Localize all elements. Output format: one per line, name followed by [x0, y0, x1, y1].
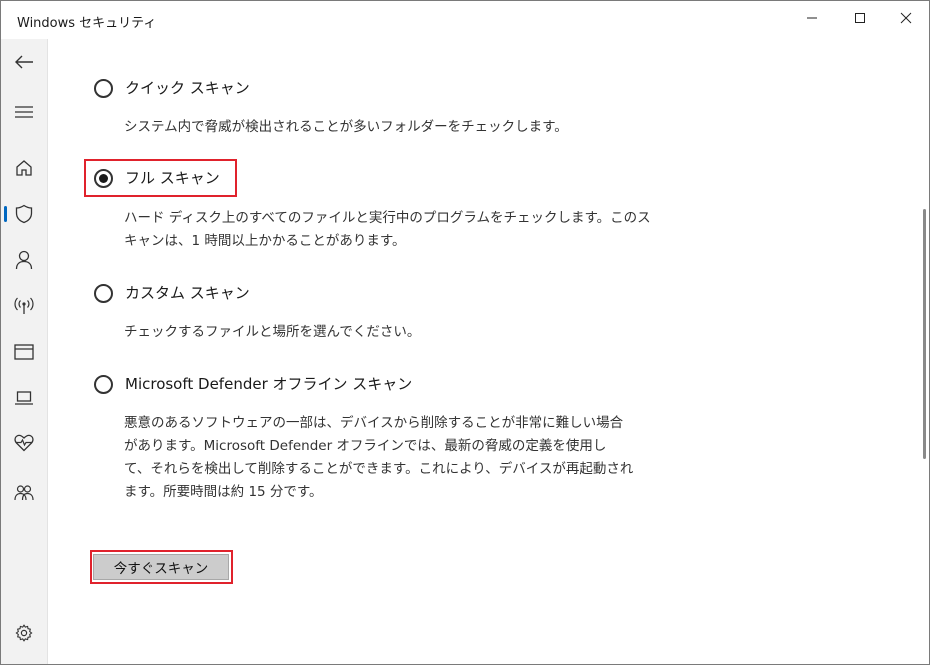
shield-icon	[15, 204, 33, 224]
app-browser-icon	[14, 344, 34, 360]
wireless-icon	[14, 297, 34, 314]
full-scan-radio[interactable]	[94, 169, 113, 188]
quick-scan-description: システム内で脅威が検出されることが多いフォルダーをチェックします。	[124, 119, 568, 135]
offline-scan-description-line: て、それらを検出して削除することができます。これにより、デバイスが再起動され	[124, 461, 634, 477]
custom-scan-radio[interactable]	[94, 284, 113, 303]
sidebar-item-account[interactable]	[1, 242, 47, 278]
quick-scan-label: クイック スキャン	[125, 79, 250, 97]
maximize-icon	[855, 13, 865, 23]
offline-scan-radio[interactable]	[94, 375, 113, 394]
close-button[interactable]	[883, 1, 929, 35]
sidebar-item-device-health[interactable]	[1, 425, 47, 461]
back-button[interactable]	[1, 44, 47, 80]
quick-scan-radio[interactable]	[94, 79, 113, 98]
custom-scan-description: チェックするファイルと場所を選んでください。	[124, 324, 421, 340]
scrollbar-thumb[interactable]	[923, 209, 926, 459]
sidebar-item-family[interactable]	[1, 475, 47, 511]
close-icon	[900, 12, 912, 24]
full-scan-description-line: ハード ディスク上のすべてのファイルと実行中のプログラムをチェックします。このス	[124, 210, 651, 226]
home-icon	[16, 160, 32, 176]
vertical-scrollbar[interactable]	[921, 39, 929, 664]
sidebar-item-app-browser[interactable]	[1, 334, 47, 370]
sidebar	[1, 39, 48, 664]
menu-button[interactable]	[1, 94, 47, 130]
person-icon	[15, 250, 33, 270]
sidebar-item-settings[interactable]	[1, 615, 47, 651]
laptop-icon	[15, 391, 33, 405]
window-title: Windows セキュリティ	[17, 16, 157, 31]
radio-selected-dot	[99, 174, 108, 183]
full-scan-description-line: キャンは、1 時間以上かかることがあります。	[124, 233, 406, 249]
minimize-button[interactable]	[789, 1, 835, 35]
app-window: Windows セキュリティ クイック スキャン システム内で脅威が検出されるこ…	[0, 0, 930, 665]
full-scan-description: ハード ディスク上のすべてのファイルと実行中のプログラムをチェックします。このス…	[124, 207, 664, 253]
sidebar-item-virus-protection[interactable]	[1, 196, 47, 232]
sidebar-item-home[interactable]	[1, 150, 47, 186]
minimize-icon	[807, 17, 817, 19]
offline-scan-description-line: ます。所要時間は約 15 分です。	[124, 484, 323, 500]
maximize-button[interactable]	[837, 1, 883, 35]
custom-scan-label: カスタム スキャン	[125, 284, 250, 302]
offline-scan-description-line: があります。Microsoft Defender オフラインでは、最新の脅威の定…	[124, 438, 607, 454]
heart-pulse-icon	[14, 434, 34, 452]
scan-options-panel: クイック スキャン システム内で脅威が検出されることが多いフォルダーをチェックし…	[48, 39, 929, 664]
active-indicator	[4, 206, 7, 222]
sidebar-item-device-security[interactable]	[1, 380, 47, 416]
family-icon	[14, 485, 34, 501]
full-scan-label: フル スキャン	[125, 169, 220, 187]
offline-scan-description: 悪意のあるソフトウェアの一部は、デバイスから削除することが非常に難しい場合 があ…	[124, 412, 664, 504]
scan-now-button[interactable]: 今すぐスキャン	[93, 554, 229, 580]
offline-scan-description-line: 悪意のあるソフトウェアの一部は、デバイスから削除することが非常に難しい場合	[124, 415, 624, 431]
title-bar: Windows セキュリティ	[1, 1, 929, 39]
gear-icon	[15, 624, 33, 642]
offline-scan-label: Microsoft Defender オフライン スキャン	[125, 375, 413, 393]
sidebar-item-firewall[interactable]	[1, 288, 47, 324]
hamburger-menu-icon	[15, 106, 33, 118]
back-arrow-icon	[15, 55, 33, 69]
